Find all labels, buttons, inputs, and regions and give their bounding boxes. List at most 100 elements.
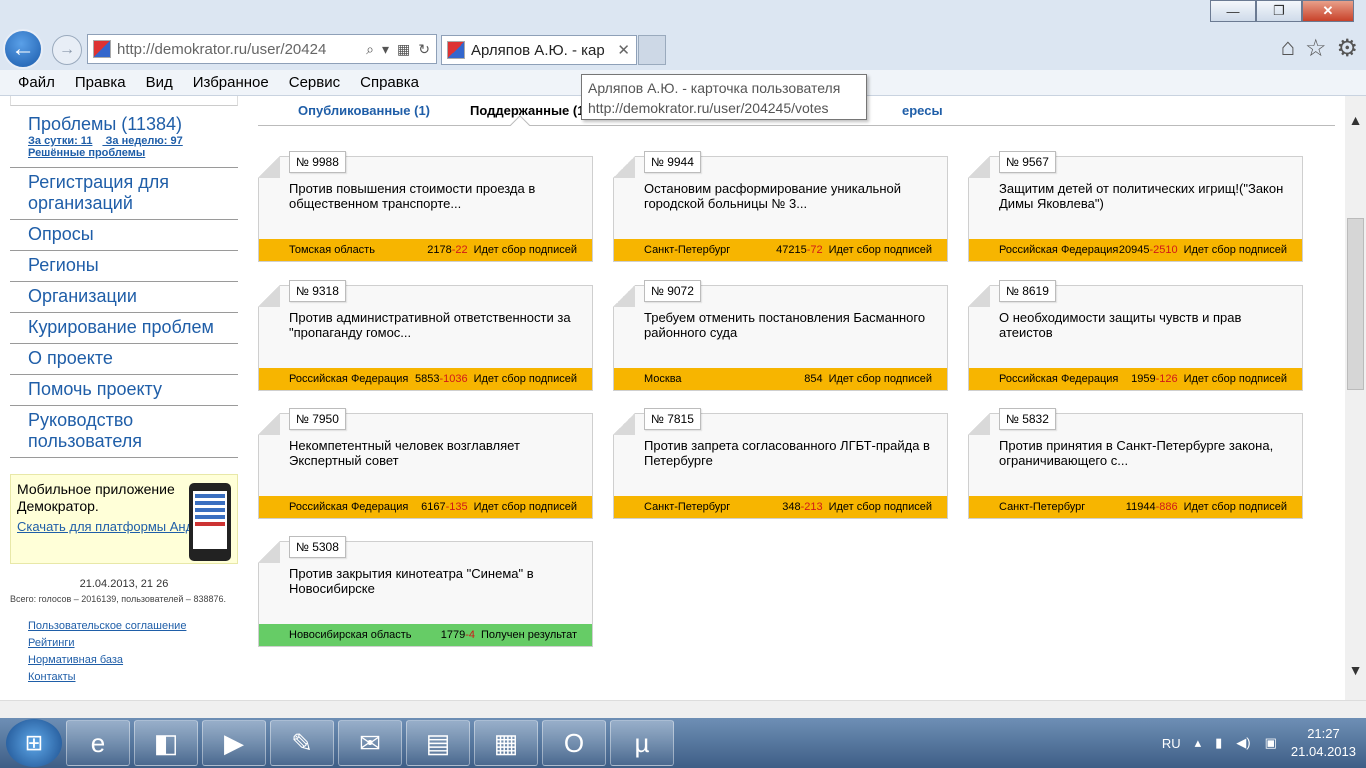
vertical-scrollbar[interactable]: ▲ ▼: [1345, 96, 1366, 700]
card-region[interactable]: Российская Федерация: [289, 373, 415, 385]
search-icon[interactable]: ⌕: [366, 41, 374, 58]
new-tab-button[interactable]: [638, 35, 666, 65]
sidebar-item-about[interactable]: О проекте: [10, 344, 238, 375]
problem-card[interactable]: № 9072 Требуем отменить постановления Бас…: [613, 280, 948, 391]
forward-button[interactable]: →: [52, 35, 82, 65]
problem-card[interactable]: № 9944 Остановим расформирование уникальн…: [613, 151, 948, 262]
browser-tab[interactable]: Арляпов А.Ю. - кар ✕: [441, 35, 637, 65]
tray-arrow-icon[interactable]: ▴: [1195, 735, 1202, 751]
back-button[interactable]: ←: [3, 29, 43, 69]
scroll-down-icon[interactable]: ▼: [1345, 662, 1366, 686]
card-region[interactable]: Российская Федерация: [289, 501, 421, 513]
footer-link-contacts[interactable]: Контакты: [28, 669, 238, 686]
maximize-button[interactable]: ❐: [1256, 0, 1302, 22]
menu-view[interactable]: Вид: [146, 74, 173, 91]
volume-icon[interactable]: ◀): [1236, 735, 1250, 751]
horizontal-scrollbar[interactable]: [0, 700, 1366, 718]
card-votes: 2178-22: [427, 244, 467, 256]
menu-favorites[interactable]: Избранное: [193, 74, 269, 91]
card-region[interactable]: Санкт-Петербург: [644, 244, 776, 256]
problems-link[interactable]: Проблемы (11384): [28, 114, 238, 135]
taskbar-network[interactable]: ✎: [270, 720, 334, 766]
sidebar-item-curation[interactable]: Курирование проблем: [10, 313, 238, 344]
problems-week-link[interactable]: За неделю: 97: [106, 135, 183, 147]
problem-card[interactable]: № 5832 Против принятия в Санкт-Петербурге…: [968, 408, 1303, 519]
refresh-icon[interactable]: ↻: [418, 41, 430, 58]
problem-card[interactable]: № 9567 Защитим детей от политических игри…: [968, 151, 1303, 262]
problem-card[interactable]: № 7815 Против запрета согласованного ЛГБТ…: [613, 408, 948, 519]
card-status: Идет сбор подписей: [473, 373, 577, 385]
problem-card[interactable]: № 5308 Против закрытия кинотеатра "Синема…: [258, 536, 593, 647]
card-title[interactable]: Против повышения стоимости проезда в общ…: [289, 181, 579, 211]
sidebar-item-regions[interactable]: Регионы: [10, 251, 238, 282]
card-title[interactable]: Некомпетентный человек возглавляет Экспе…: [289, 438, 579, 468]
sidebar-item-user-guide[interactable]: Руководство пользователя: [10, 406, 238, 458]
card-fold-corner: [968, 285, 990, 307]
menu-edit[interactable]: Правка: [75, 74, 126, 91]
card-region[interactable]: Томская область: [289, 244, 427, 256]
sidebar-item-registration[interactable]: Регистрация для организаций: [10, 168, 238, 220]
sidebar-item-polls[interactable]: Опросы: [10, 220, 238, 251]
solved-problems-link[interactable]: Решённые проблемы: [28, 147, 238, 159]
close-window-button[interactable]: ✕: [1302, 0, 1354, 22]
start-button[interactable]: ⊞: [6, 719, 62, 767]
card-title[interactable]: Требуем отменить постановления Басманног…: [644, 310, 934, 340]
card-region[interactable]: Санкт-Петербург: [999, 501, 1126, 513]
card-region[interactable]: Российская Федерация: [999, 244, 1119, 256]
menu-file[interactable]: Файл: [18, 74, 55, 91]
taskbar-media[interactable]: ▶: [202, 720, 266, 766]
problems-day-link[interactable]: За сутки: 11: [28, 135, 92, 147]
footer-link-regulations[interactable]: Нормативная база: [28, 652, 238, 669]
problem-card[interactable]: № 7950 Некомпетентный человек возглавляет…: [258, 408, 593, 519]
card-votes-recent: -4: [465, 629, 476, 641]
card-title[interactable]: Против административной ответственности …: [289, 310, 579, 340]
problem-card[interactable]: № 9318 Против административной ответствен…: [258, 280, 593, 391]
problem-card[interactable]: № 9988 Против повышения стоимости проезда…: [258, 151, 593, 262]
card-title[interactable]: Против закрытия кинотеатра "Синема" в Но…: [289, 566, 579, 596]
tab-close-icon[interactable]: ✕: [617, 41, 636, 59]
card-title[interactable]: Против запрета согласованного ЛГБТ-прайд…: [644, 438, 934, 468]
taskbar-ie[interactable]: e: [66, 720, 130, 766]
tab-interests[interactable]: ересы: [862, 103, 943, 118]
taskbar-calculator[interactable]: ▦: [474, 720, 538, 766]
home-icon[interactable]: ⌂: [1280, 34, 1295, 63]
taskbar-remote[interactable]: ◧: [134, 720, 198, 766]
dropdown-icon[interactable]: ▾: [382, 41, 389, 58]
taskbar-utorrent[interactable]: µ: [610, 720, 674, 766]
card-status: Идет сбор подписей: [828, 244, 932, 256]
card-title[interactable]: О необходимости защиты чувств и прав ате…: [999, 310, 1289, 340]
network-icon[interactable]: ▣: [1265, 735, 1277, 751]
footer-link-ratings[interactable]: Рейтинги: [28, 635, 238, 652]
footer-link-agreement[interactable]: Пользовательское соглашение: [28, 618, 238, 635]
tab-published[interactable]: Опубликованные (1): [258, 103, 430, 118]
taskbar-explorer[interactable]: ▤: [406, 720, 470, 766]
sidebar-item-help-project[interactable]: Помочь проекту: [10, 375, 238, 406]
scroll-up-icon[interactable]: ▲: [1345, 112, 1366, 136]
card-votes-recent: -22: [451, 244, 468, 256]
card-region[interactable]: Санкт-Петербург: [644, 501, 782, 513]
card-region[interactable]: Новосибирская область: [289, 629, 441, 641]
scroll-thumb[interactable]: [1347, 218, 1364, 390]
power-icon[interactable]: ▮: [1215, 735, 1222, 751]
address-bar[interactable]: http://demokrator.ru/user/20424 ⌕ ▾ ▦ ↻: [87, 34, 437, 64]
taskbar-mail[interactable]: ✉: [338, 720, 402, 766]
address-text[interactable]: http://demokrator.ru/user/20424: [117, 41, 366, 58]
taskbar-opera[interactable]: O: [542, 720, 606, 766]
minimize-button[interactable]: —: [1210, 0, 1256, 22]
card-title[interactable]: Остановим расформирование уникальной гор…: [644, 181, 934, 211]
menu-help[interactable]: Справка: [360, 74, 419, 91]
tab-supported[interactable]: Поддержанные (10): [430, 103, 596, 118]
settings-gear-icon[interactable]: ⚙: [1336, 34, 1358, 63]
card-votes-total: 20945: [1118, 244, 1150, 256]
sidebar-item-organizations[interactable]: Организации: [10, 282, 238, 313]
clock[interactable]: 21:27 21.04.2013: [1291, 725, 1356, 761]
favorites-star-icon[interactable]: ☆: [1305, 34, 1327, 63]
card-region[interactable]: Российская Федерация: [999, 373, 1131, 385]
card-title[interactable]: Против принятия в Санкт-Петербурге закон…: [999, 438, 1289, 468]
problem-card[interactable]: № 8619 О необходимости защиты чувств и пр…: [968, 280, 1303, 391]
compat-view-icon[interactable]: ▦: [397, 41, 410, 58]
card-title[interactable]: Защитим детей от политических игрищ!("За…: [999, 181, 1289, 211]
language-indicator[interactable]: RU: [1162, 736, 1181, 751]
card-region[interactable]: Москва: [644, 373, 804, 385]
menu-tools[interactable]: Сервис: [289, 74, 340, 91]
